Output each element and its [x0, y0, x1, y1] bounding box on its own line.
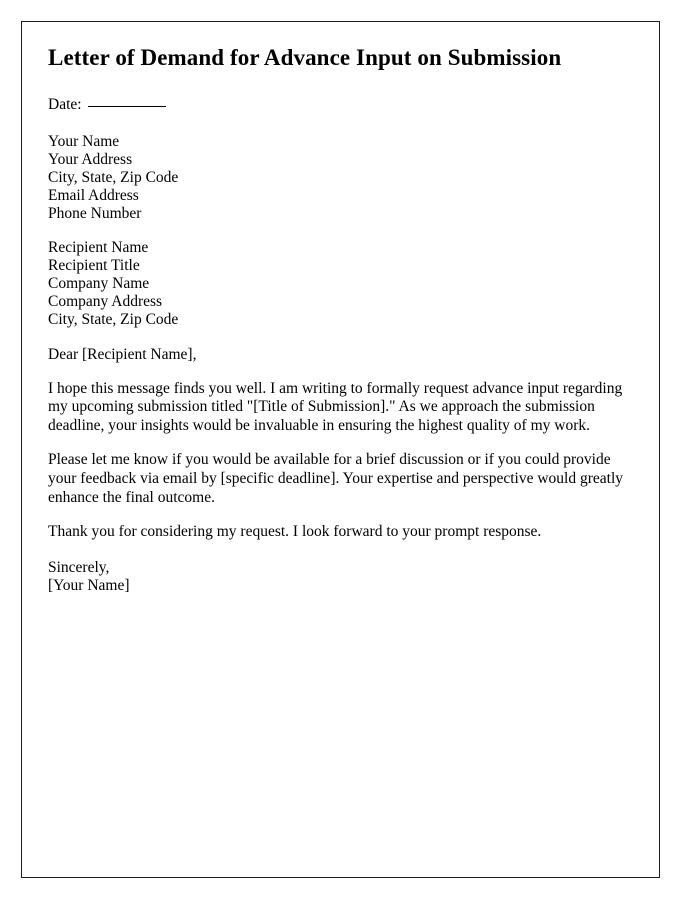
document-content: Letter of Demand for Advance Input on Su…: [48, 44, 633, 595]
date-field-row: Date:: [48, 94, 633, 114]
signature-name: [Your Name]: [48, 576, 130, 594]
body-paragraph-1: I hope this message finds you well. I am…: [48, 379, 623, 434]
valediction: Sincerely,: [48, 558, 110, 576]
sender-city-state: City, State, Zip Code: [48, 168, 179, 186]
sender-street: Your Address: [48, 150, 133, 168]
document-page-border: Letter of Demand for Advance Input on Su…: [21, 21, 660, 878]
date-input-blank[interactable]: [87, 94, 166, 107]
recipient-street: Company Address: [48, 292, 163, 310]
sender-phone: Phone Number: [48, 204, 142, 222]
body-paragraph-3: Thank you for considering my request. I …: [48, 523, 542, 541]
sender-name: Your Name: [48, 132, 120, 150]
closing-block: Sincerely, [Your Name]: [48, 559, 633, 595]
sender-email: Email Address: [48, 186, 139, 204]
page-title: Letter of Demand for Advance Input on Su…: [48, 45, 562, 70]
date-label: Date:: [48, 95, 82, 113]
body-paragraph-2: Please let me know if you would be avail…: [48, 451, 624, 506]
sender-address-block: Your Name Your Address City, State, Zip …: [48, 133, 633, 223]
recipient-title: Recipient Title: [48, 256, 140, 274]
salutation: Dear [Recipient Name],: [48, 345, 197, 363]
recipient-name: Recipient Name: [48, 238, 149, 256]
recipient-address-block: Recipient Name Recipient Title Company N…: [48, 239, 633, 329]
recipient-company: Company Name: [48, 274, 150, 292]
recipient-city-state: City, State, Zip Code: [48, 310, 179, 328]
